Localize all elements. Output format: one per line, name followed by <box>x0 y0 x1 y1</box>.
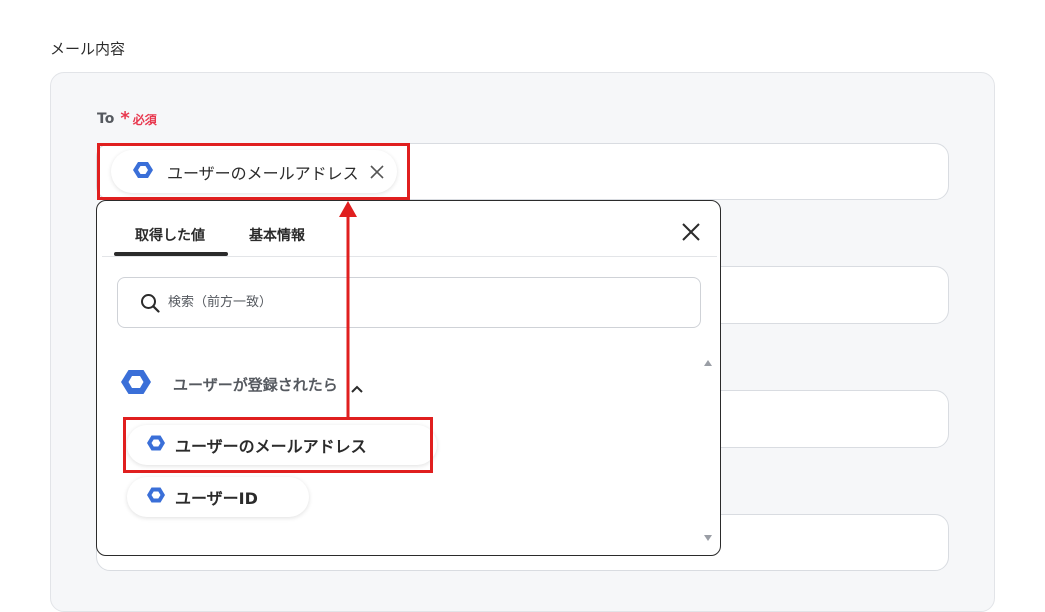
trigger-group-header[interactable]: ユーザーが登録されたら <box>121 369 364 399</box>
scroll-down-arrow[interactable] <box>703 527 713 541</box>
tab-basic-info[interactable]: 基本情報 <box>249 225 305 245</box>
close-icon[interactable] <box>369 164 385 180</box>
list-item-label: ユーザーID <box>175 489 258 508</box>
to-label-text: To <box>97 111 115 127</box>
google-workspace-hexagon-icon <box>133 160 153 184</box>
tab-divider <box>102 256 717 257</box>
google-workspace-hexagon-icon <box>147 435 165 455</box>
to-field-label: To * 必須 <box>97 110 157 128</box>
group-label: ユーザーが登録されたら <box>173 375 338 394</box>
chip-label: ユーザーのメールアドレス <box>167 163 359 183</box>
search-box[interactable] <box>117 277 701 328</box>
chevron-up-icon[interactable] <box>350 379 364 393</box>
search-input[interactable] <box>168 295 648 310</box>
to-value-chip[interactable]: ユーザーのメールアドレス <box>111 150 397 193</box>
scroll-up-arrow[interactable] <box>703 352 713 366</box>
google-workspace-hexagon-icon <box>121 369 151 399</box>
value-picker-popup: 取得した値 基本情報 ユーザーが登録されたら <box>96 200 721 556</box>
google-workspace-hexagon-icon <box>147 487 165 507</box>
required-asterisk: * <box>120 108 130 129</box>
section-title: メール内容 <box>50 40 126 58</box>
search-icon <box>140 293 160 313</box>
close-icon[interactable] <box>681 222 701 242</box>
list-item[interactable]: ユーザーのメールアドレス <box>127 425 437 465</box>
list-item[interactable]: ユーザーID <box>127 477 309 517</box>
tab-acquired-values[interactable]: 取得した値 <box>135 225 205 245</box>
list-item-label: ユーザーのメールアドレス <box>175 437 367 456</box>
required-badge: 必須 <box>132 112 157 127</box>
